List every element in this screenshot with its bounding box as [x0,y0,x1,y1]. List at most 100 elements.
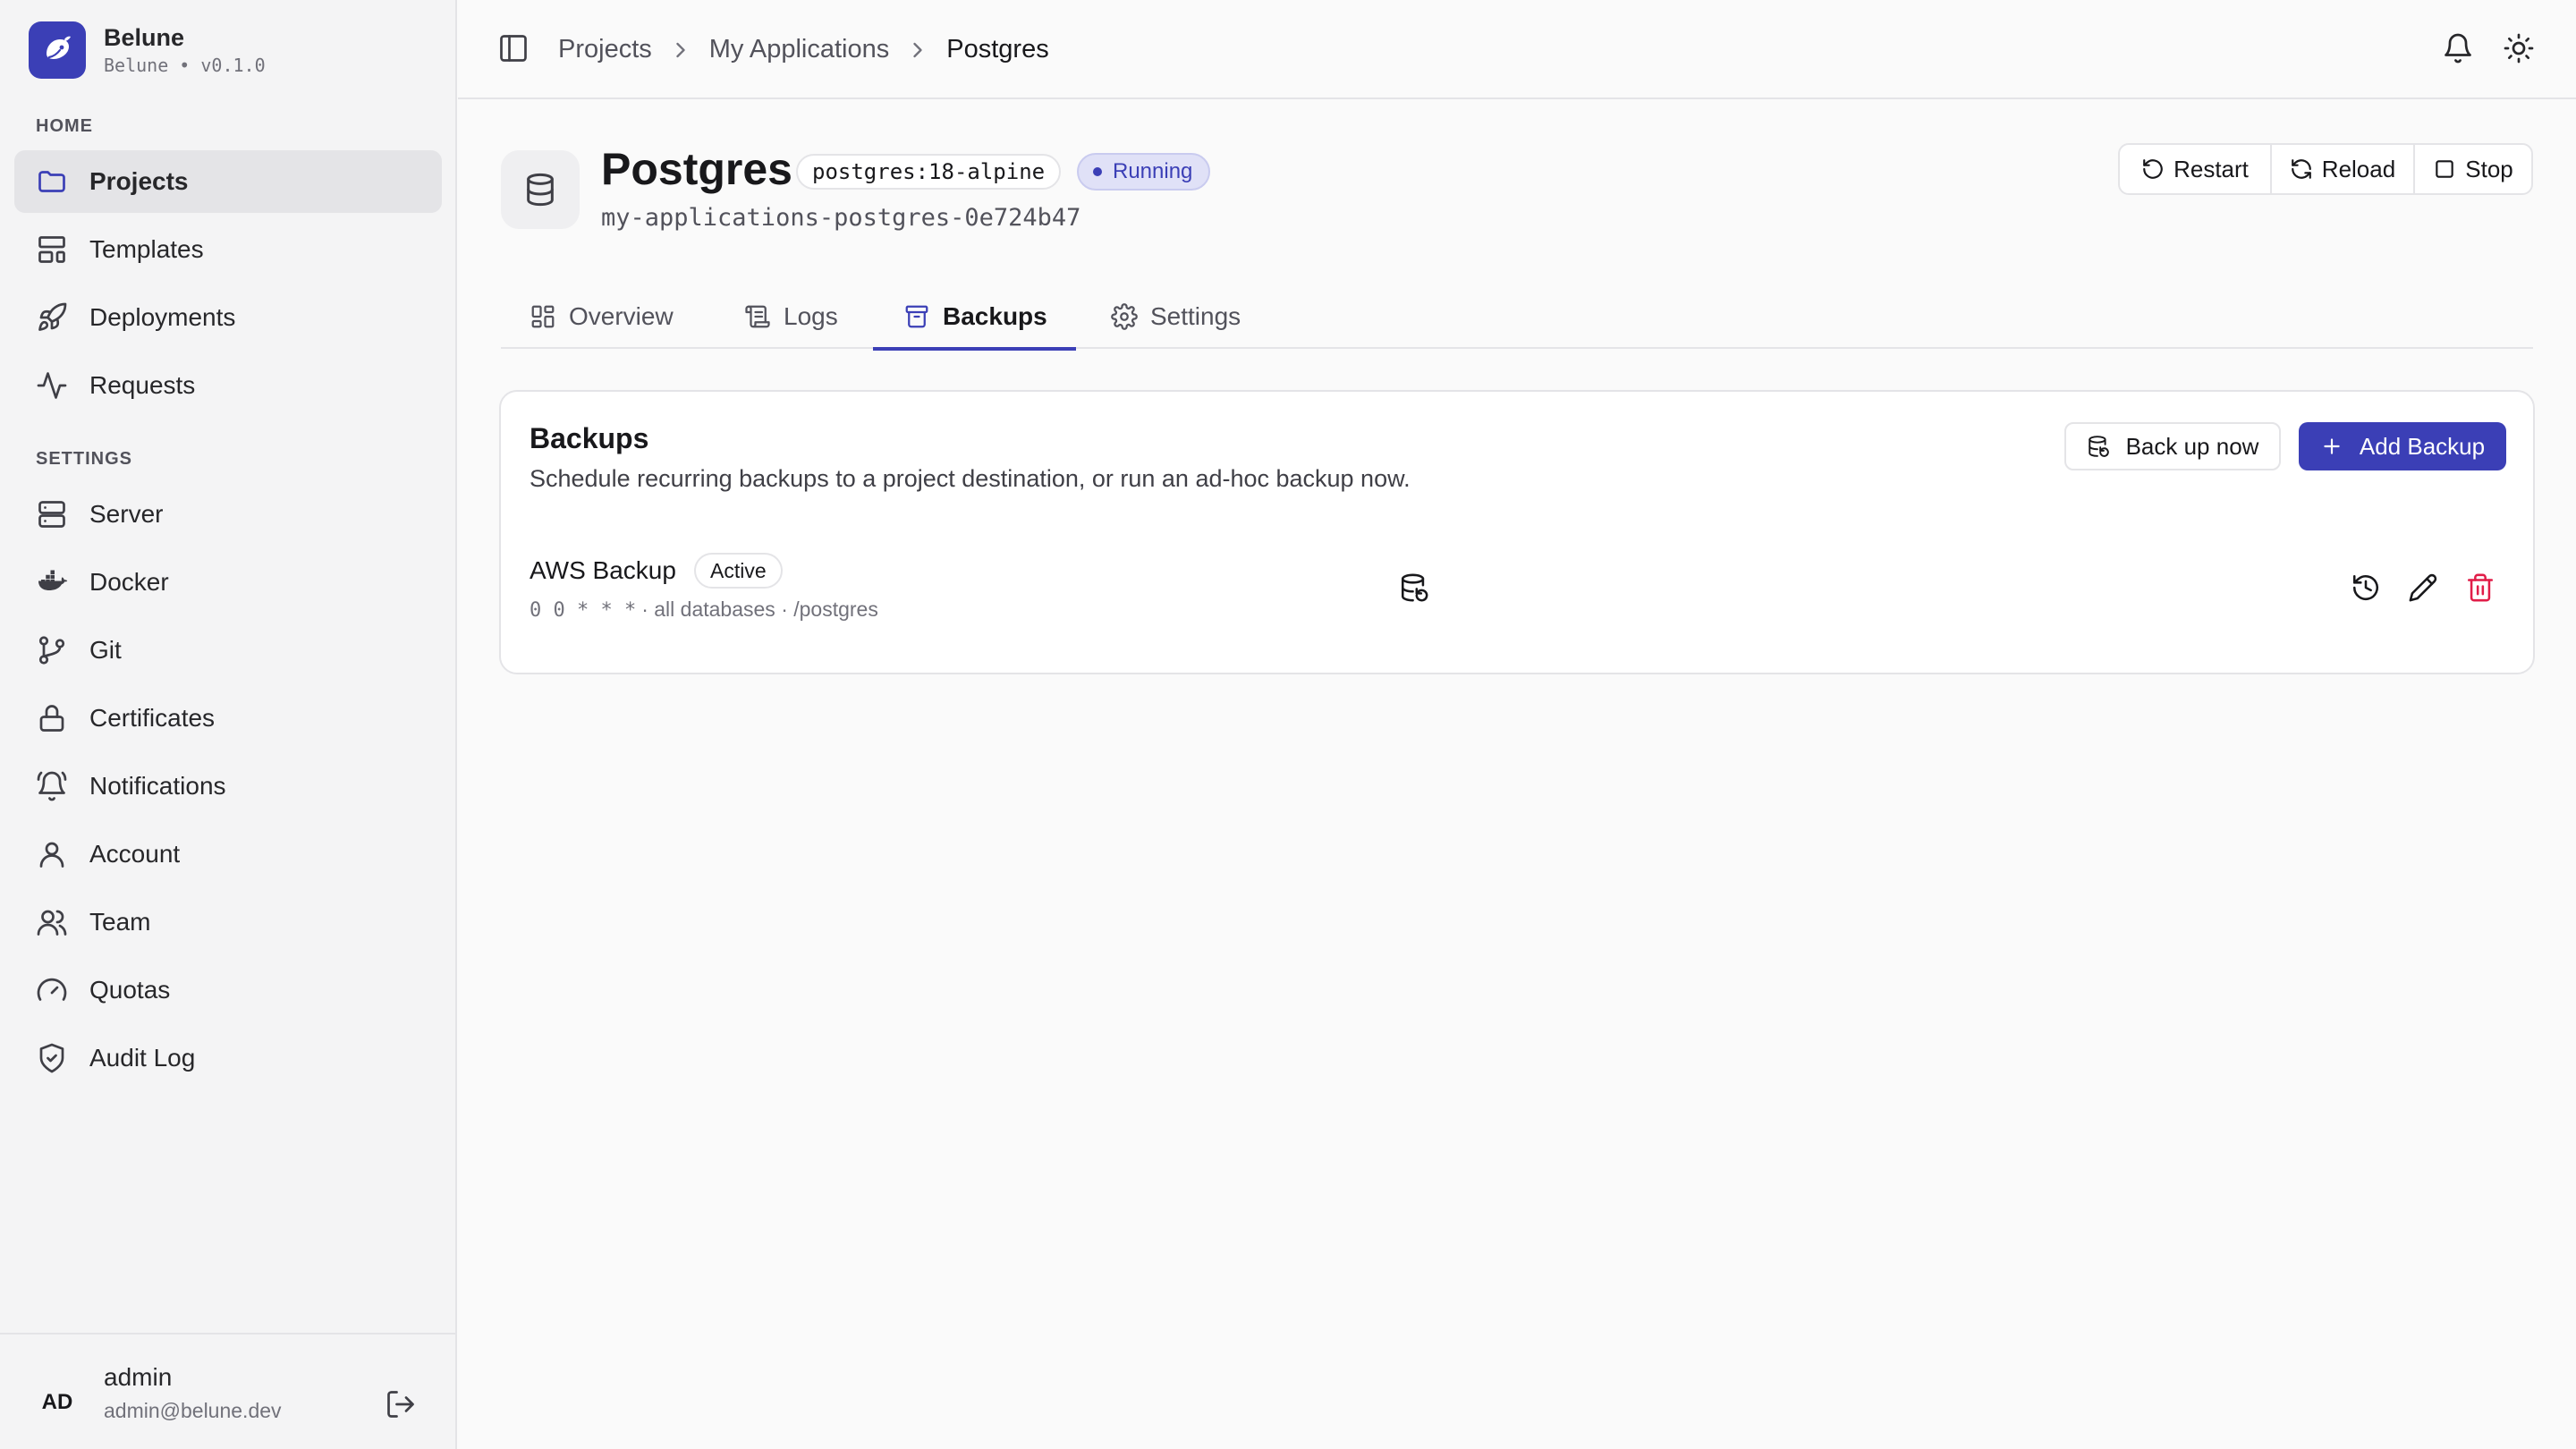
docker-icon [38,570,68,590]
container-id: my-applications-postgres-0e724b47 [601,204,1081,232]
bell-icon[interactable] [2442,32,2474,64]
sidebar-item-label: Audit Log [89,1044,196,1072]
rocket-icon [38,302,67,331]
tab-settings[interactable]: Settings [1111,284,1241,349]
stop-button[interactable]: Stop [2413,145,2531,193]
sidebar-item-label: Team [89,908,151,936]
tab-label: Backups [943,302,1047,330]
sidebar-item-quotas[interactable]: Quotas [14,959,442,1021]
user-icon [39,842,64,868]
service-actions: Restart Reload Stop [2118,143,2533,195]
brand-version: Belune • v0.1.0 [104,55,266,76]
tab-label: Settings [1150,302,1241,330]
reload-label: Reload [2321,155,2396,182]
sidebar-toggle-icon[interactable] [497,32,530,64]
server-icon [38,501,65,528]
tab-label: Logs [784,302,838,330]
breadcrumb-current: Postgres [946,35,1049,64]
brand-logo [29,21,86,79]
status-badge: Running [1077,153,1211,191]
page-title: Postgres [601,144,792,194]
avatar[interactable]: AD [25,1370,89,1435]
sun-icon[interactable] [2503,32,2535,64]
chevron-right-icon [676,42,685,57]
database-backup-icon[interactable] [1399,572,1429,603]
sidebar-item-label: Server [89,500,164,528]
plus-icon [2324,438,2340,454]
bell-ring-icon [37,771,67,801]
refresh-icon [2291,159,2311,179]
card-title: Backups [530,422,649,454]
gauge-icon [37,978,67,1001]
database-backup-icon [2088,436,2109,457]
restart-label: Restart [2174,155,2249,182]
scroll-icon [745,305,770,328]
layout-icon [38,236,65,263]
restart-button[interactable]: Restart [2120,145,2270,193]
pencil-icon[interactable] [2408,572,2438,603]
section-label-settings: SETTINGS [36,449,133,469]
user-footer: AD admin admin@belune.dev [0,1333,457,1449]
back-up-now-label: Back up now [2125,432,2259,460]
backup-details: · all databases · /postgres [641,597,878,621]
brand[interactable]: Belune Belune • v0.1.0 [29,20,266,80]
backup-meta: 0 0 * * * · all databases · /postgres [530,597,878,622]
sidebar-item-label: Projects [89,167,189,195]
sidebar-item-server[interactable]: Server [14,483,442,546]
sidebar: Belune Belune • v0.1.0 HOME Projects Tem… [0,0,457,1449]
activity-icon [37,372,67,399]
logout-icon[interactable] [385,1388,417,1420]
sidebar-item-account[interactable]: Account [14,823,442,886]
sidebar-item-team[interactable]: Team [14,891,442,953]
tab-bar: Overview Logs Backups Settings [501,284,2533,351]
sidebar-item-label: Account [89,840,181,868]
sidebar-item-requests[interactable]: Requests [14,354,442,417]
back-up-now-button[interactable]: Back up now [2064,422,2281,470]
database-icon [501,150,580,229]
user-name: admin [104,1363,173,1391]
tab-overview[interactable]: Overview [530,284,674,349]
backup-cron: 0 0 * * * [530,599,637,622]
sidebar-item-notifications[interactable]: Notifications [14,755,442,818]
sidebar-item-certificates[interactable]: Certificates [14,687,442,750]
rotate-ccw-icon [2143,159,2163,179]
breadcrumb-my-applications[interactable]: My Applications [709,35,890,64]
sidebar-item-label: Git [89,636,122,664]
sidebar-item-label: Certificates [89,704,216,732]
sidebar-item-label: Deployments [89,303,236,331]
sidebar-item-label: Requests [89,371,196,399]
breadcrumb: Projects My Applications Postgres [558,0,1049,99]
users-icon [37,910,67,936]
trash-icon[interactable] [2465,572,2496,603]
git-branch-icon [38,636,65,665]
tab-logs[interactable]: Logs [744,284,838,349]
folder-icon [38,171,65,192]
add-backup-button[interactable]: Add Backup [2299,422,2506,470]
user-email: admin@belune.dev [104,1399,282,1422]
status-dot [1093,167,1102,176]
shield-check-icon [39,1043,64,1073]
section-label-home: HOME [36,116,93,136]
brand-name: Belune [104,24,185,51]
sidebar-item-docker[interactable]: Docker [14,551,442,614]
sidebar-item-audit-log[interactable]: Audit Log [14,1027,442,1089]
sidebar-item-label: Notifications [89,772,226,800]
chevron-right-icon [913,42,922,57]
sidebar-item-projects[interactable]: Projects [14,150,442,213]
card-description: Schedule recurring backups to a project … [530,465,1411,492]
sidebar-item-label: Templates [89,235,204,263]
sidebar-item-label: Docker [89,568,169,596]
reload-button[interactable]: Reload [2270,145,2413,193]
image-badge: postgres:18-alpine [796,154,1062,190]
grid-icon [531,305,555,328]
tab-backups[interactable]: Backups [873,284,1076,351]
sidebar-item-deployments[interactable]: Deployments [14,286,442,349]
square-icon [2436,160,2453,178]
history-icon[interactable] [2351,572,2381,603]
sidebar-item-git[interactable]: Git [14,619,442,682]
archive-icon [905,305,928,328]
add-backup-label: Add Backup [2359,432,2486,460]
backup-name: AWS Backup [530,556,676,584]
sidebar-item-templates[interactable]: Templates [14,218,442,281]
breadcrumb-projects[interactable]: Projects [558,35,652,64]
